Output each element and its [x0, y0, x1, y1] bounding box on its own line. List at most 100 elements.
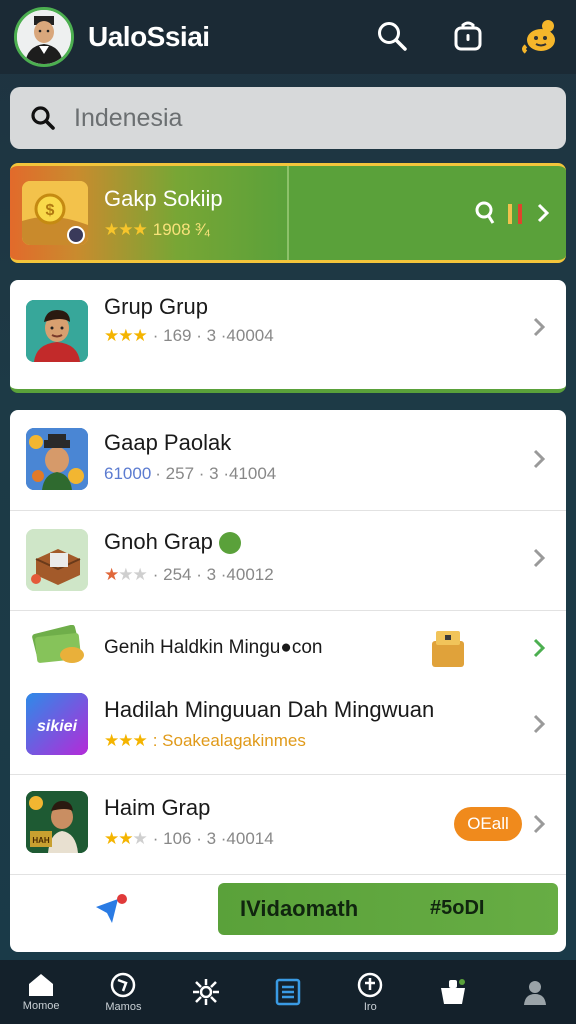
- primary-action-button[interactable]: IVidaomath #5oDI: [218, 883, 558, 935]
- list-item[interactable]: sikiei Hadilah Minguuan Dah Mingwuan ★★★…: [10, 683, 566, 775]
- item-title: Gnoh Grap: [104, 529, 241, 555]
- item-meta: · 106 · 3 ·40014: [152, 829, 274, 848]
- info-icon: [358, 972, 383, 998]
- nav-info-label: Iro: [363, 1001, 377, 1013]
- svg-text:$: $: [46, 202, 55, 219]
- featured-banner[interactable]: $ Gakp Sokiip ★★★ 1908 ³⁄₄: [10, 163, 566, 263]
- profile-avatar-icon: [17, 10, 71, 64]
- nav-info[interactable]: Iro: [334, 960, 406, 1024]
- promo-item[interactable]: Genih Haldkin Mingu●con: [10, 611, 566, 683]
- nav-store[interactable]: [417, 960, 489, 1024]
- bag-button[interactable]: [448, 16, 488, 56]
- chevron-right-icon[interactable]: [536, 202, 550, 229]
- rating-stars: ★★★: [104, 565, 148, 584]
- chevron-right-icon[interactable]: [532, 316, 552, 337]
- network-icon: [192, 979, 219, 1005]
- item-meta-row: ★★★ : Soakealagakinmes: [104, 731, 306, 751]
- list-icon: [275, 978, 301, 1006]
- featured-marker-icon: [508, 204, 512, 224]
- group-meta-row: ★★★ · 169 · 3 ·40004: [104, 326, 274, 346]
- bottom-nav: Momoe Mamos Iro: [0, 960, 576, 1024]
- list-item[interactable]: HAH Haim Grap ★★★ · 106 · 3 ·40014 OEall: [10, 775, 566, 875]
- featured-meta-row: ★★★ 1908 ³⁄₄: [104, 220, 211, 240]
- nav-network[interactable]: [170, 960, 242, 1024]
- verified-icon: [218, 532, 241, 555]
- featured-title: Gakp Sokiip: [104, 186, 223, 211]
- featured-search-icon[interactable]: [474, 200, 498, 231]
- gift-box-icon: [430, 627, 466, 674]
- nav-home-label: Momoe: [22, 1000, 60, 1012]
- rating-stars: ★★★: [104, 731, 148, 750]
- search-icon: [31, 106, 55, 130]
- item-meta-row: ★★★ · 106 · 3 ·40014: [104, 829, 274, 849]
- home-icon: [29, 974, 54, 996]
- search-input[interactable]: [74, 103, 514, 133]
- list-item[interactable]: Gnoh Grap ★★★ · 254 · 3 ·40012: [10, 511, 566, 610]
- item-thumbnail: [26, 529, 88, 591]
- svg-text:sikiei: sikiei: [37, 718, 78, 735]
- nav-games[interactable]: Mamos: [87, 960, 159, 1024]
- bag-icon: [454, 21, 482, 51]
- game-character-icon: HAH: [26, 791, 88, 853]
- rating-stars: ★★★: [104, 829, 148, 848]
- featured-meta: 1908 ³⁄₄: [152, 220, 211, 239]
- nav-profile[interactable]: [499, 960, 571, 1024]
- item-meta: · 254 · 3 ·40012: [152, 565, 274, 584]
- item-meta-row: ★★★ · 254 · 3 ·40012: [104, 565, 274, 585]
- group-card[interactable]: Grup Grup ★★★ · 169 · 3 ·40004: [10, 280, 566, 393]
- avatar[interactable]: [14, 7, 74, 67]
- item-thumbnail: [26, 428, 88, 490]
- send-icon: [96, 894, 127, 923]
- featured-marker-icon: [518, 204, 522, 224]
- app-title: UaloSsiai: [88, 21, 210, 52]
- share-button[interactable]: [94, 893, 130, 932]
- chevron-right-icon[interactable]: [532, 813, 552, 834]
- group-thumbnail: [26, 300, 88, 362]
- search-icon: [475, 201, 495, 224]
- rating-stars: ★★★: [104, 220, 148, 239]
- item-thumbnail: sikiei: [26, 693, 88, 755]
- search-button[interactable]: [372, 16, 412, 56]
- list-item[interactable]: Gaap Paolak 61000 · 257 · 3 ·41004: [10, 410, 566, 510]
- person-avatar-icon: [26, 300, 88, 362]
- game-list: Gaap Paolak 61000 · 257 · 3 ·41004 Gnoh …: [10, 410, 566, 890]
- primary-action-code: #5oDI: [430, 897, 485, 919]
- profile-icon: [523, 981, 546, 1005]
- item-title: Gaap Paolak: [104, 430, 232, 455]
- nav-home[interactable]: Momoe: [5, 960, 77, 1024]
- mascot-button[interactable]: [520, 16, 560, 56]
- featured-divider: [287, 166, 289, 260]
- item-meta-row: 61000 · 257 · 3 ·41004: [104, 464, 276, 484]
- game-character-icon: [26, 428, 88, 490]
- primary-action-label: IVidaomath: [240, 896, 359, 921]
- status-badge[interactable]: OEall: [454, 807, 522, 841]
- compass-icon: [111, 972, 136, 998]
- item-meta-prefix: 61000: [104, 464, 152, 483]
- nav-list[interactable]: [252, 960, 324, 1024]
- rating-stars: ★★★: [104, 326, 148, 345]
- chevron-right-icon[interactable]: [532, 713, 552, 734]
- featured-thumbnail: $: [22, 181, 88, 245]
- item-thumbnail: HAH: [26, 791, 88, 853]
- coin-icon: $: [22, 181, 88, 245]
- chevron-right-icon[interactable]: [532, 637, 552, 658]
- item-title: Hadilah Minguuan Dah Mingwuan: [104, 697, 435, 722]
- svg-text:HAH: HAH: [32, 836, 50, 845]
- item-meta: · 257 · 3 ·41004: [155, 464, 277, 483]
- chevron-right-icon[interactable]: [532, 547, 552, 568]
- package-icon: [26, 529, 88, 591]
- item-title: Haim Grap: [104, 795, 211, 820]
- promo-title: Genih Haldkin Mingu●con: [104, 637, 323, 658]
- chevron-right-icon[interactable]: [532, 448, 552, 469]
- group-meta: · 169 · 3 ·40004: [152, 326, 274, 345]
- app-header: UaloSsiai: [0, 0, 576, 74]
- search-bar[interactable]: [10, 87, 566, 149]
- action-bar: IVidaomath #5oDI: [10, 874, 566, 952]
- group-title: Grup Grup: [104, 294, 208, 319]
- store-icon: [440, 979, 465, 1004]
- item-meta: : Soakealagakinmes: [152, 731, 306, 750]
- mascot-icon: [522, 20, 555, 54]
- cash-icon: [30, 624, 90, 672]
- brand-logo-icon: sikiei: [26, 693, 88, 755]
- search-icon: [378, 22, 407, 51]
